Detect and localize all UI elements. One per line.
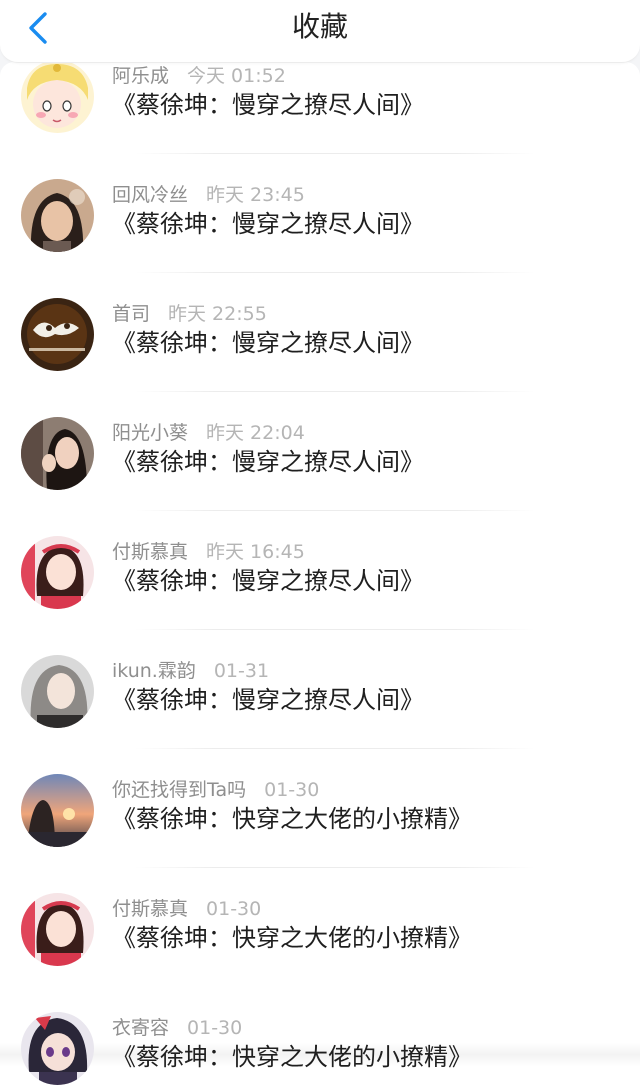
divider — [135, 272, 535, 273]
divider — [135, 629, 535, 630]
list-item[interactable]: 你还找得到Ta吗 01-30 《蔡徐坤：快穿之大佬的小撩精》 — [0, 774, 640, 893]
anime-dark-avatar-icon — [21, 1012, 94, 1085]
divider — [135, 748, 535, 749]
item-time: 昨天 16:45 — [206, 541, 305, 563]
work-title[interactable]: 《蔡徐坤：慢穿之撩尽人间》 — [112, 326, 424, 360]
avatar[interactable] — [21, 62, 94, 133]
list-item[interactable]: ikun.霖韵 01-31 《蔡徐坤：慢穿之撩尽人间》 — [0, 655, 640, 774]
user-name[interactable]: 衣寄容 — [112, 1017, 169, 1039]
list-item[interactable]: 阿乐成 今天 01:52 《蔡徐坤：慢穿之撩尽人间》 — [0, 62, 640, 179]
item-time: 昨天 22:04 — [206, 422, 305, 444]
item-meta: 衣寄容 01-30 — [112, 1014, 242, 1042]
avatar[interactable] — [21, 1012, 94, 1085]
user-name[interactable]: 付斯慕真 — [112, 541, 188, 563]
user-name[interactable]: 阳光小葵 — [112, 422, 188, 444]
item-time: 01-30 — [206, 898, 262, 920]
divider — [135, 867, 535, 868]
work-title[interactable]: 《蔡徐坤：慢穿之撩尽人间》 — [112, 564, 424, 598]
girl-red-avatar-icon — [21, 536, 94, 609]
list-item[interactable]: 衣寄容 01-30 《蔡徐坤：快穿之大佬的小撩精》 — [0, 1012, 640, 1086]
page-title: 收藏 — [291, 10, 348, 43]
list-item[interactable]: 首司 昨天 22:55 《蔡徐坤：慢穿之撩尽人间》 — [0, 298, 640, 417]
divider — [135, 153, 535, 154]
avatar[interactable] — [21, 179, 94, 252]
avatar[interactable] — [21, 893, 94, 966]
avatar[interactable] — [21, 655, 94, 728]
user-name[interactable]: 回风冷丝 — [112, 184, 188, 206]
header-bar: 收藏 — [0, 0, 640, 63]
list-item[interactable]: 付斯慕真 01-30 《蔡徐坤：快穿之大佬的小撩精》 — [0, 893, 640, 1012]
item-meta: 你还找得到Ta吗 01-30 — [112, 776, 319, 804]
item-time: 01-31 — [213, 660, 270, 682]
item-meta: 首司 昨天 22:55 — [112, 300, 267, 328]
avatar[interactable] — [21, 298, 94, 371]
avatar[interactable] — [21, 417, 94, 490]
item-time: 昨天 23:45 — [206, 184, 305, 206]
girl-red-avatar-icon — [21, 893, 94, 966]
list-item[interactable]: 回风冷丝 昨天 23:45 《蔡徐坤：慢穿之撩尽人间》 — [0, 179, 640, 298]
anime-girl-avatar-icon — [21, 62, 94, 133]
user-name[interactable]: 首司 — [112, 303, 150, 325]
girl-grey-avatar-icon — [21, 655, 94, 728]
work-title[interactable]: 《蔡徐坤：慢穿之撩尽人间》 — [112, 445, 424, 479]
avatar[interactable] — [21, 774, 94, 847]
item-meta: 阿乐成 今天 01:52 — [112, 62, 286, 90]
item-meta: 阳光小葵 昨天 22:04 — [112, 419, 305, 447]
girl-photo-avatar-icon — [21, 417, 94, 490]
sunset-avatar-icon — [21, 774, 94, 847]
list-item[interactable]: 阳光小葵 昨天 22:04 《蔡徐坤：慢穿之撩尽人间》 — [0, 417, 640, 536]
item-meta: 回风冷丝 昨天 23:45 — [112, 181, 305, 209]
user-name[interactable]: 付斯慕真 — [112, 898, 188, 920]
item-meta: 付斯慕真 01-30 — [112, 895, 261, 923]
work-title[interactable]: 《蔡徐坤：快穿之大佬的小撩精》 — [112, 1040, 472, 1074]
work-title[interactable]: 《蔡徐坤：快穿之大佬的小撩精》 — [112, 921, 472, 955]
item-meta: ikun.霖韵 01-31 — [112, 657, 269, 685]
work-title[interactable]: 《蔡徐坤：快穿之大佬的小撩精》 — [112, 802, 472, 836]
item-time: 今天 01:52 — [187, 65, 286, 87]
favorites-list: 阿乐成 今天 01:52 《蔡徐坤：慢穿之撩尽人间》 回风冷丝 昨天 23:45 《… — [0, 62, 640, 1086]
avatar[interactable] — [21, 536, 94, 609]
divider — [135, 391, 535, 392]
woman-photo-avatar-icon — [21, 179, 94, 252]
item-time: 01-30 — [187, 1017, 243, 1039]
work-title[interactable]: 《蔡徐坤：慢穿之撩尽人间》 — [112, 88, 424, 122]
user-name[interactable]: ikun.霖韵 — [112, 660, 196, 682]
item-time: 01-30 — [264, 779, 320, 801]
work-title[interactable]: 《蔡徐坤：慢穿之撩尽人间》 — [112, 207, 424, 241]
item-meta: 付斯慕真 昨天 16:45 — [112, 538, 305, 566]
list-item[interactable]: 付斯慕真 昨天 16:45 《蔡徐坤：慢穿之撩尽人间》 — [0, 536, 640, 655]
user-name[interactable]: 阿乐成 — [112, 65, 169, 87]
item-time: 昨天 22:55 — [168, 303, 267, 325]
work-title[interactable]: 《蔡徐坤：慢穿之撩尽人间》 — [112, 683, 424, 717]
user-name[interactable]: 你还找得到Ta吗 — [112, 779, 246, 801]
divider — [135, 510, 535, 511]
dark-logo-avatar-icon — [21, 298, 94, 371]
